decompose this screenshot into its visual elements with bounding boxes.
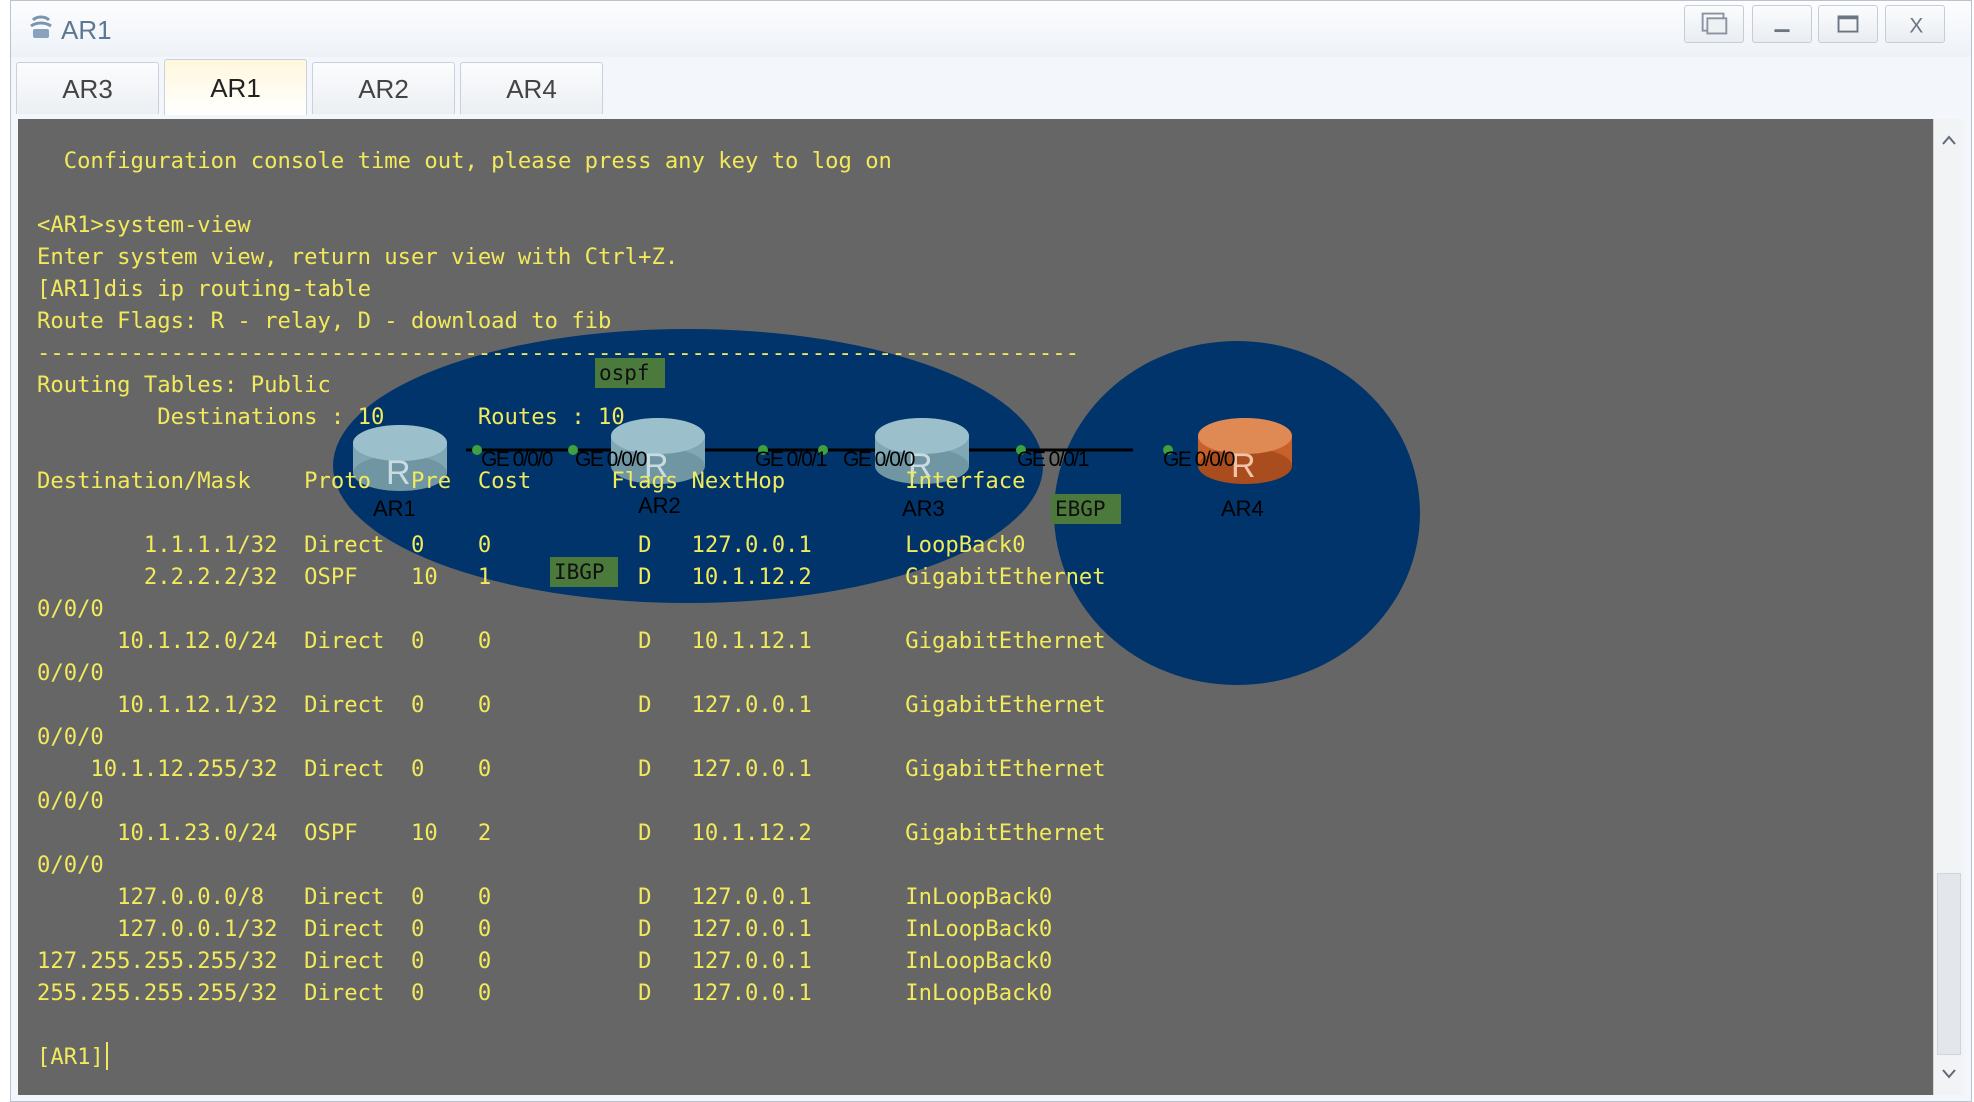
console-line: 1.1.1.1/32 Direct 0 0 D 127.0.0.1 LoopBa…	[143, 532, 1026, 558]
console-line: 0/0/0	[37, 596, 104, 622]
tab-ar1[interactable]: AR1	[164, 59, 307, 115]
vertical-scrollbar[interactable]	[1933, 119, 1964, 1095]
text-cursor	[105, 1042, 108, 1070]
close-button[interactable]: X	[1885, 5, 1945, 43]
tab-bar: AR3 AR1 AR2 AR4	[11, 57, 1971, 116]
router-ar4: R	[1198, 418, 1292, 485]
scroll-up-icon[interactable]	[1934, 125, 1964, 155]
restore-icon	[1701, 12, 1728, 35]
title-bar: AR1 X	[11, 1, 1971, 58]
tab-ar2[interactable]: AR2	[312, 62, 455, 114]
console-line: 10.1.23.0/24 OSPF 10 2 D 10.1.12.2 Gigab…	[117, 820, 1106, 846]
console-line: [AR1]dis ip routing-table	[37, 276, 371, 302]
console-line: Destinations : 10 Routes : 10	[157, 404, 625, 430]
svg-text:R: R	[1231, 447, 1256, 485]
console-line: 127.255.255.255/32 Direct 0 0 D 127.0.0.…	[37, 948, 1053, 974]
command-prompt: [AR1]	[37, 1044, 104, 1070]
svg-text:X: X	[1909, 15, 1923, 38]
console-line: ----------------------------------------…	[37, 340, 1079, 366]
tab-ar3[interactable]: AR3	[16, 62, 159, 114]
terminal-window: AR1 X AR3 AR1 AR2 AR4 R R R R GE 0/0/0 G…	[10, 0, 1972, 1102]
scrollbar-thumb[interactable]	[1937, 873, 1961, 1055]
console-line: 0/0/0	[37, 852, 104, 878]
restore-button[interactable]	[1684, 5, 1744, 43]
console-line: 10.1.12.1/32 Direct 0 0 D 127.0.0.1 Giga…	[117, 692, 1106, 718]
console-output[interactable]: R R R R GE 0/0/0 GE 0/0/0 GE 0/0/1 GE 0/…	[18, 119, 1933, 1095]
ebgp-region	[1054, 341, 1420, 685]
console-line: 0/0/0	[37, 660, 104, 686]
maximize-button[interactable]	[1818, 5, 1878, 43]
window-title: AR1	[61, 15, 112, 45]
minimize-icon	[1774, 29, 1790, 33]
console-line: Enter system view, return user view with…	[37, 244, 679, 270]
console-line: Route Flags: R - relay, D - download to …	[37, 308, 612, 334]
maximize-icon	[1837, 15, 1859, 33]
console-line: Configuration console time out, please p…	[63, 148, 892, 174]
console-line: 2.2.2.2/32 OSPF 10 1 D 10.1.12.2 Gigabit…	[143, 564, 1106, 590]
console-line: Routing Tables: Public	[37, 372, 331, 398]
close-icon: X	[1909, 15, 1923, 38]
minimize-button[interactable]	[1752, 5, 1812, 43]
console-line: 10.1.12.0/24 Direct 0 0 D 10.1.12.1 Giga…	[117, 628, 1106, 654]
tab-ar4[interactable]: AR4	[460, 62, 603, 114]
console-line: 255.255.255.255/32 Direct 0 0 D 127.0.0.…	[37, 980, 1053, 1006]
console-line: 127.0.0.0/8 Direct 0 0 D 127.0.0.1 InLoo…	[117, 884, 1053, 910]
console-line: 10.1.12.255/32 Direct 0 0 D 127.0.0.1 Gi…	[90, 756, 1106, 782]
console-line: <AR1>system-view	[37, 212, 251, 238]
console-line: 0/0/0	[37, 788, 104, 814]
terminal-lines: Configuration console time out, please p…	[37, 148, 1106, 1006]
router-label: AR4	[1221, 496, 1264, 521]
terminal-text: Configuration console time out, please p…	[18, 119, 1106, 1073]
console-line: Destination/Mask Proto Pre Cost Flags Ne…	[37, 468, 1026, 494]
console-line: 0/0/0	[37, 724, 104, 750]
app-icon	[30, 15, 52, 38]
interface-label: GE 0/0/0	[1163, 448, 1235, 471]
scroll-down-icon[interactable]	[1934, 1059, 1964, 1089]
console-line: 127.0.0.1/32 Direct 0 0 D 127.0.0.1 InLo…	[117, 916, 1053, 942]
